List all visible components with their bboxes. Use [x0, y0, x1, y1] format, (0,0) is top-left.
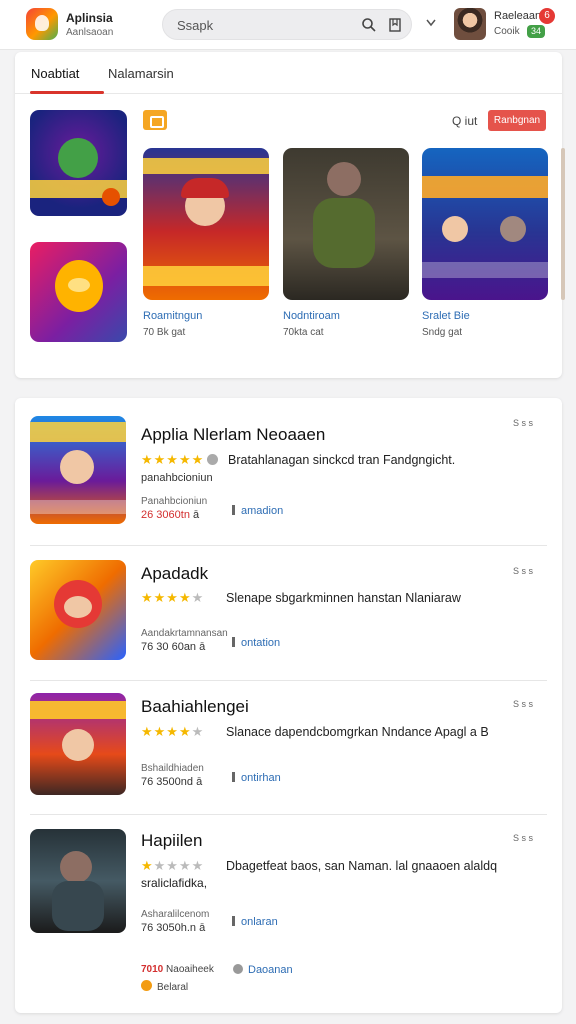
- game-link[interactable]: ontirhan: [232, 772, 281, 784]
- game-title[interactable]: Applia Nlerlam Neoaaen: [141, 425, 325, 445]
- game-link[interactable]: onlaran: [232, 916, 278, 928]
- featured-game-tile[interactable]: [283, 148, 409, 300]
- search-icon[interactable]: [361, 17, 377, 33]
- app-title: Aplinsia: [66, 11, 113, 25]
- footer-note[interactable]: Belaral: [141, 980, 188, 993]
- star-rating: ★★★★★: [141, 858, 205, 873]
- game-thumbnail[interactable]: [30, 693, 126, 795]
- star-rating: ★★★★★: [141, 724, 205, 739]
- star-rating: ★★★★★: [141, 452, 219, 468]
- bookmark-icon[interactable]: [387, 17, 403, 33]
- divider: [30, 545, 547, 546]
- footer-price: 7010 Naoaiheek: [141, 964, 214, 975]
- footer-link[interactable]: Daoanan: [233, 964, 293, 976]
- game-thumbnail[interactable]: [30, 242, 127, 342]
- game-price: 26 3060tn ā: [141, 509, 200, 521]
- notification-badge[interactable]: 6: [539, 8, 555, 24]
- featured-game-name[interactable]: Sralet Bie: [422, 310, 470, 322]
- star-rating: ★★★★★: [141, 590, 205, 605]
- app-subtitle: Aanlsaoan: [66, 27, 114, 38]
- divider: [30, 680, 547, 681]
- divider: [30, 814, 547, 815]
- gallery-icon[interactable]: [143, 110, 167, 130]
- game-description-continued: sraliclafidka,: [141, 876, 208, 890]
- game-category: Panahbcioniun: [141, 496, 208, 507]
- featured-game-name[interactable]: Roamitngun: [143, 310, 202, 322]
- game-price: 76 3500nd ā: [141, 776, 203, 788]
- game-category: Aandakrtamnansan: [141, 628, 228, 639]
- featured-game-meta: Sndg gat: [422, 327, 463, 338]
- tab-featured[interactable]: Noabtiat: [31, 66, 79, 81]
- user-name: Raeleaan: [494, 10, 542, 22]
- points-badge: 34: [527, 25, 545, 38]
- featured-game-meta: 70kta cat: [283, 327, 324, 338]
- game-link[interactable]: ontation: [232, 637, 280, 649]
- user-status: Cooik: [494, 26, 520, 37]
- featured-game-name[interactable]: Nodntiroam: [283, 310, 340, 322]
- game-thumbnail[interactable]: [30, 560, 126, 660]
- search-bar[interactable]: Ssapk: [162, 9, 412, 40]
- game-price: 76 30 60an ā: [141, 641, 206, 653]
- game-price: 76 3050h.n ā: [141, 922, 206, 934]
- tab-recommended[interactable]: Nalamarsin: [108, 66, 174, 81]
- app-logo-icon[interactable]: [26, 8, 58, 40]
- game-description: Slanace dapendcbomgrkan Nndance Apagl a …: [226, 725, 489, 739]
- featured-game-tile[interactable]: [422, 148, 548, 300]
- game-description: Slenape sbgarkminnen hanstan Nlaniaraw: [226, 591, 461, 605]
- game-thumbnail[interactable]: [30, 829, 126, 933]
- game-list: Applia Nlerlam Neoaaen S s s ★★★★★ Brata…: [15, 398, 562, 1013]
- tab-bar: Noabtiat Nalamarsin: [15, 52, 562, 94]
- featured-game-tile[interactable]: [143, 148, 269, 300]
- game-description: Bratahlanagan sinckcd tran Fandgngicht.: [228, 453, 456, 467]
- game-thumbnail[interactable]: [30, 110, 127, 216]
- next-tile-edge[interactable]: [561, 148, 565, 300]
- game-category: Bshaildhiaden: [141, 763, 204, 774]
- game-subtext: panahbcioniun: [141, 472, 213, 484]
- item-menu[interactable]: S s s: [513, 833, 533, 843]
- featured-game-meta: 70 Bk gat: [143, 327, 186, 338]
- game-link[interactable]: amadion: [232, 505, 283, 517]
- close-icon[interactable]: [424, 16, 438, 30]
- tab-active-indicator: [30, 91, 104, 94]
- search-placeholder: Ssapk: [177, 18, 214, 33]
- game-title[interactable]: Apadadk: [141, 564, 208, 584]
- top-bar: Aplinsia Aanlsaoan Ssapk Raeleaan Cooik …: [0, 0, 576, 50]
- quick-label[interactable]: Q iut: [452, 114, 477, 128]
- game-description: Dbagetfeat baos, san Naman. lal gnaaoen …: [226, 859, 498, 873]
- item-menu[interactable]: S s s: [513, 699, 533, 709]
- game-thumbnail[interactable]: [30, 416, 126, 524]
- game-title[interactable]: Hapiilen: [141, 831, 202, 851]
- game-category: Asharalilcenom: [141, 909, 210, 920]
- item-menu[interactable]: S s s: [513, 418, 533, 428]
- game-title[interactable]: Baahiahlengei: [141, 697, 249, 717]
- featured-card: Noabtiat Nalamarsin Q iut Ranbgnan Roami…: [15, 52, 565, 378]
- avatar[interactable]: [454, 8, 486, 40]
- action-button[interactable]: Ranbgnan: [488, 110, 546, 131]
- item-menu[interactable]: S s s: [513, 566, 533, 576]
